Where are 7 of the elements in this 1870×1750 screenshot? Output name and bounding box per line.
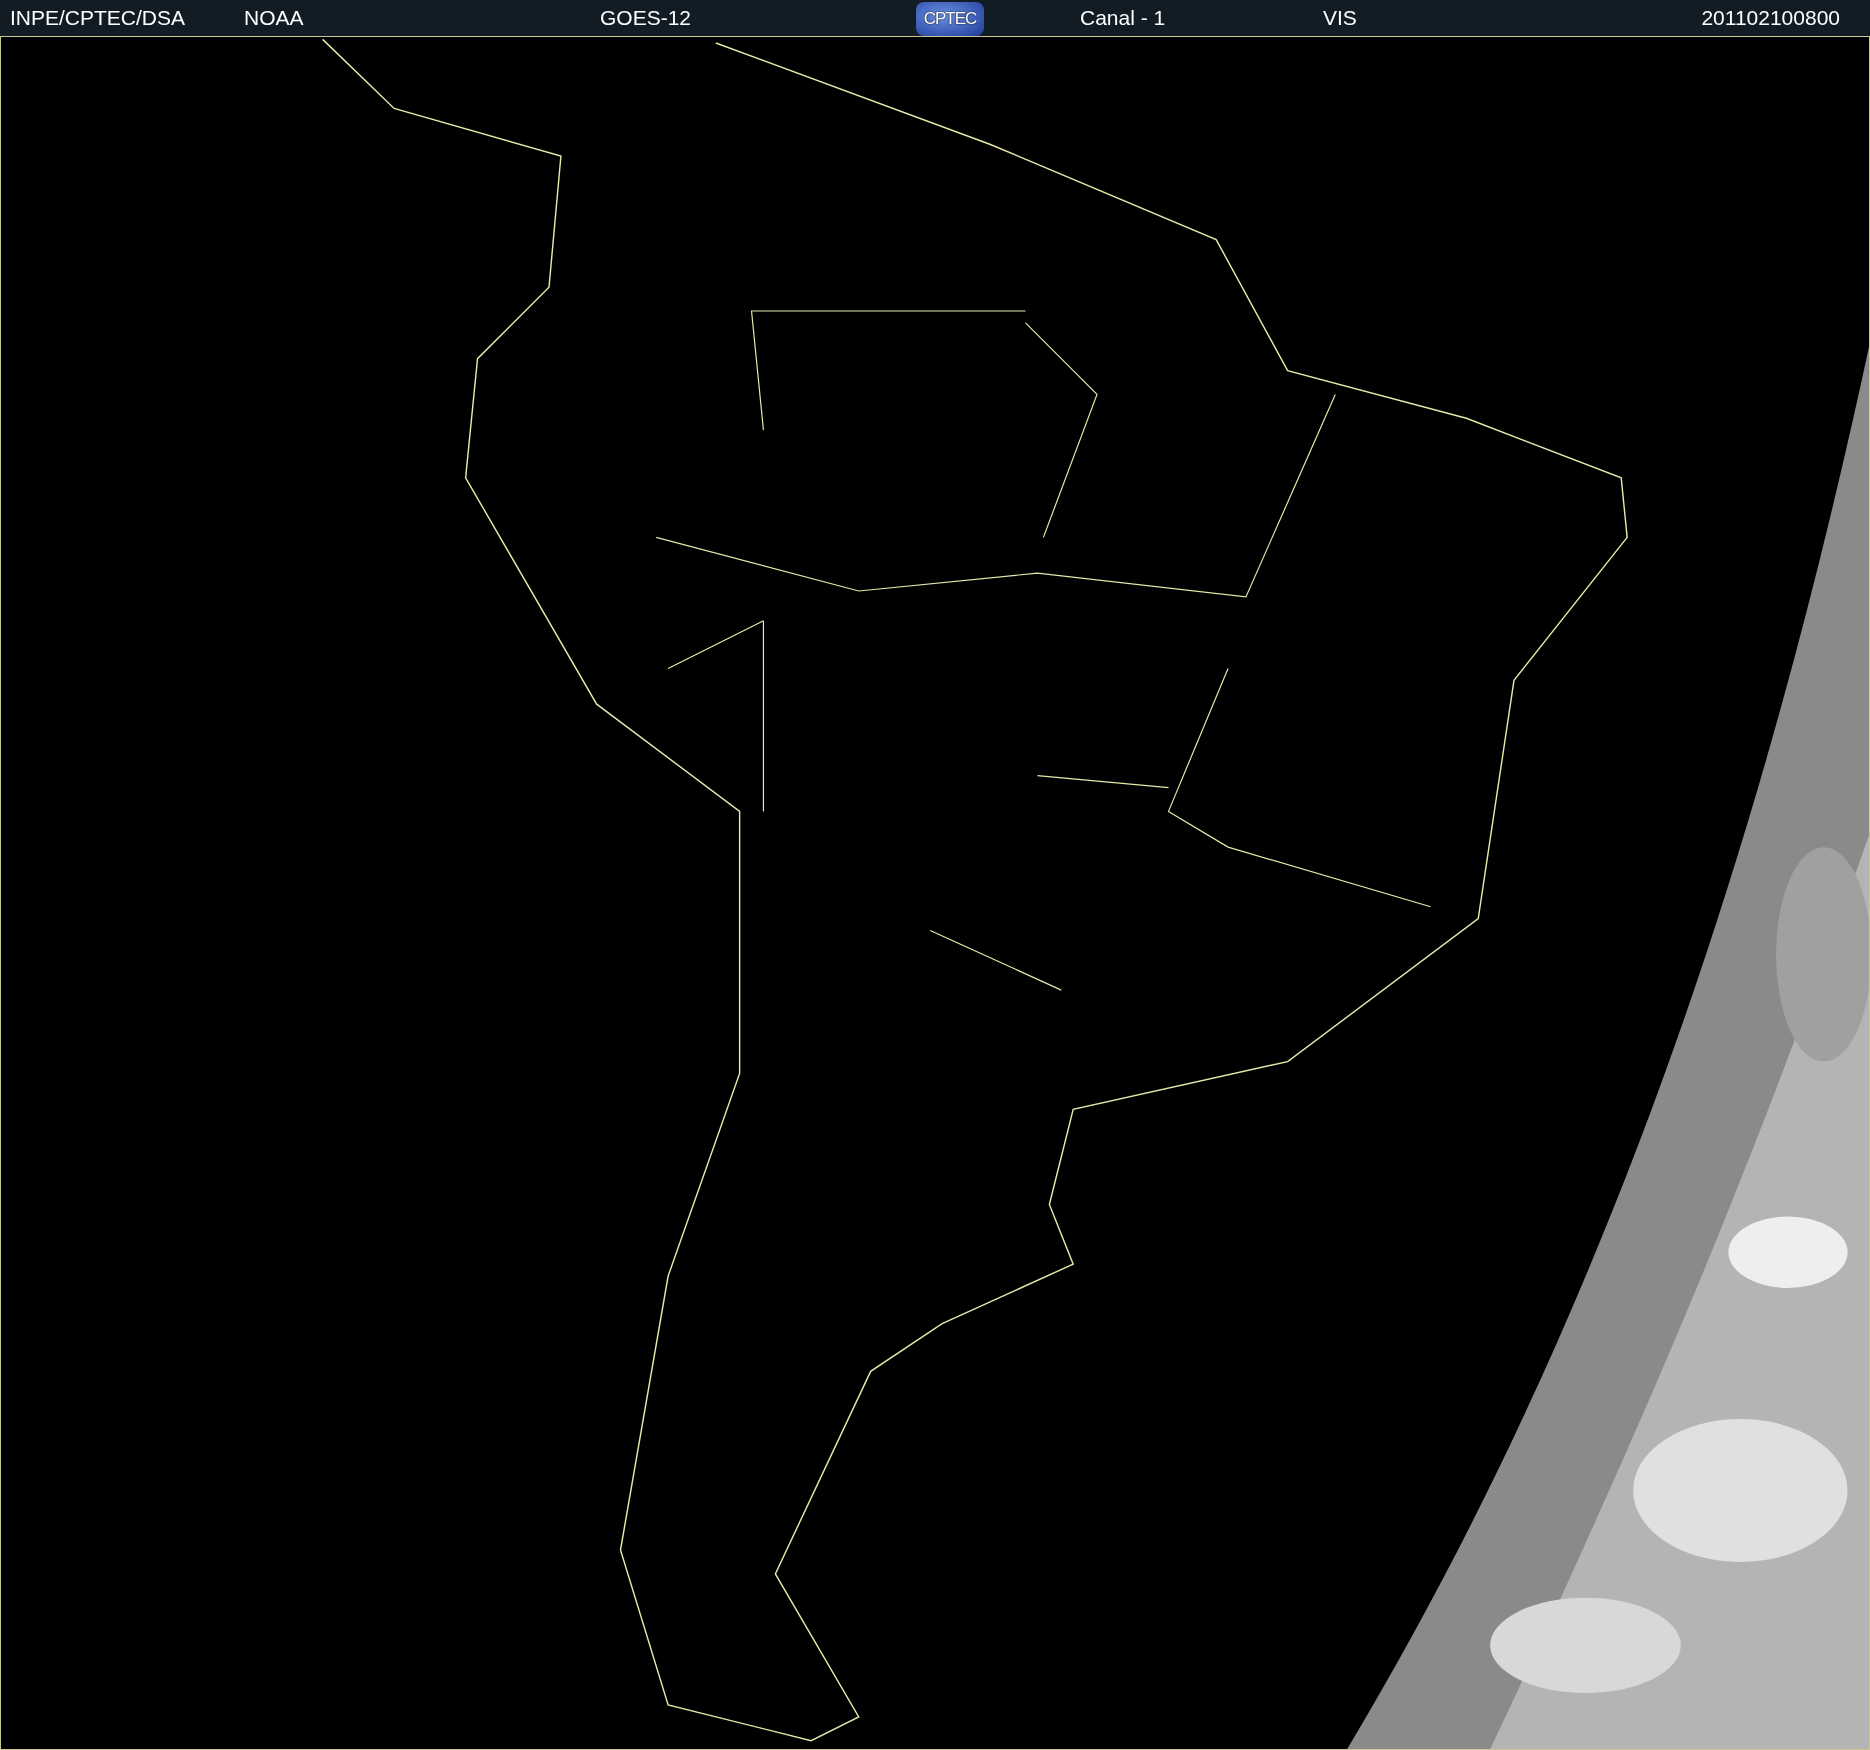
header-label: 201102100800 <box>1701 6 1841 30</box>
header-label: GOES-12 <box>600 6 693 30</box>
header-label: Canal - 1 <box>1080 6 1167 30</box>
header-label: INPE/CPTEC/DSA <box>10 6 187 30</box>
header-label: VIS <box>1323 6 1358 30</box>
header-label: NOAA <box>244 6 305 30</box>
logo: CPTEC <box>916 1 984 36</box>
